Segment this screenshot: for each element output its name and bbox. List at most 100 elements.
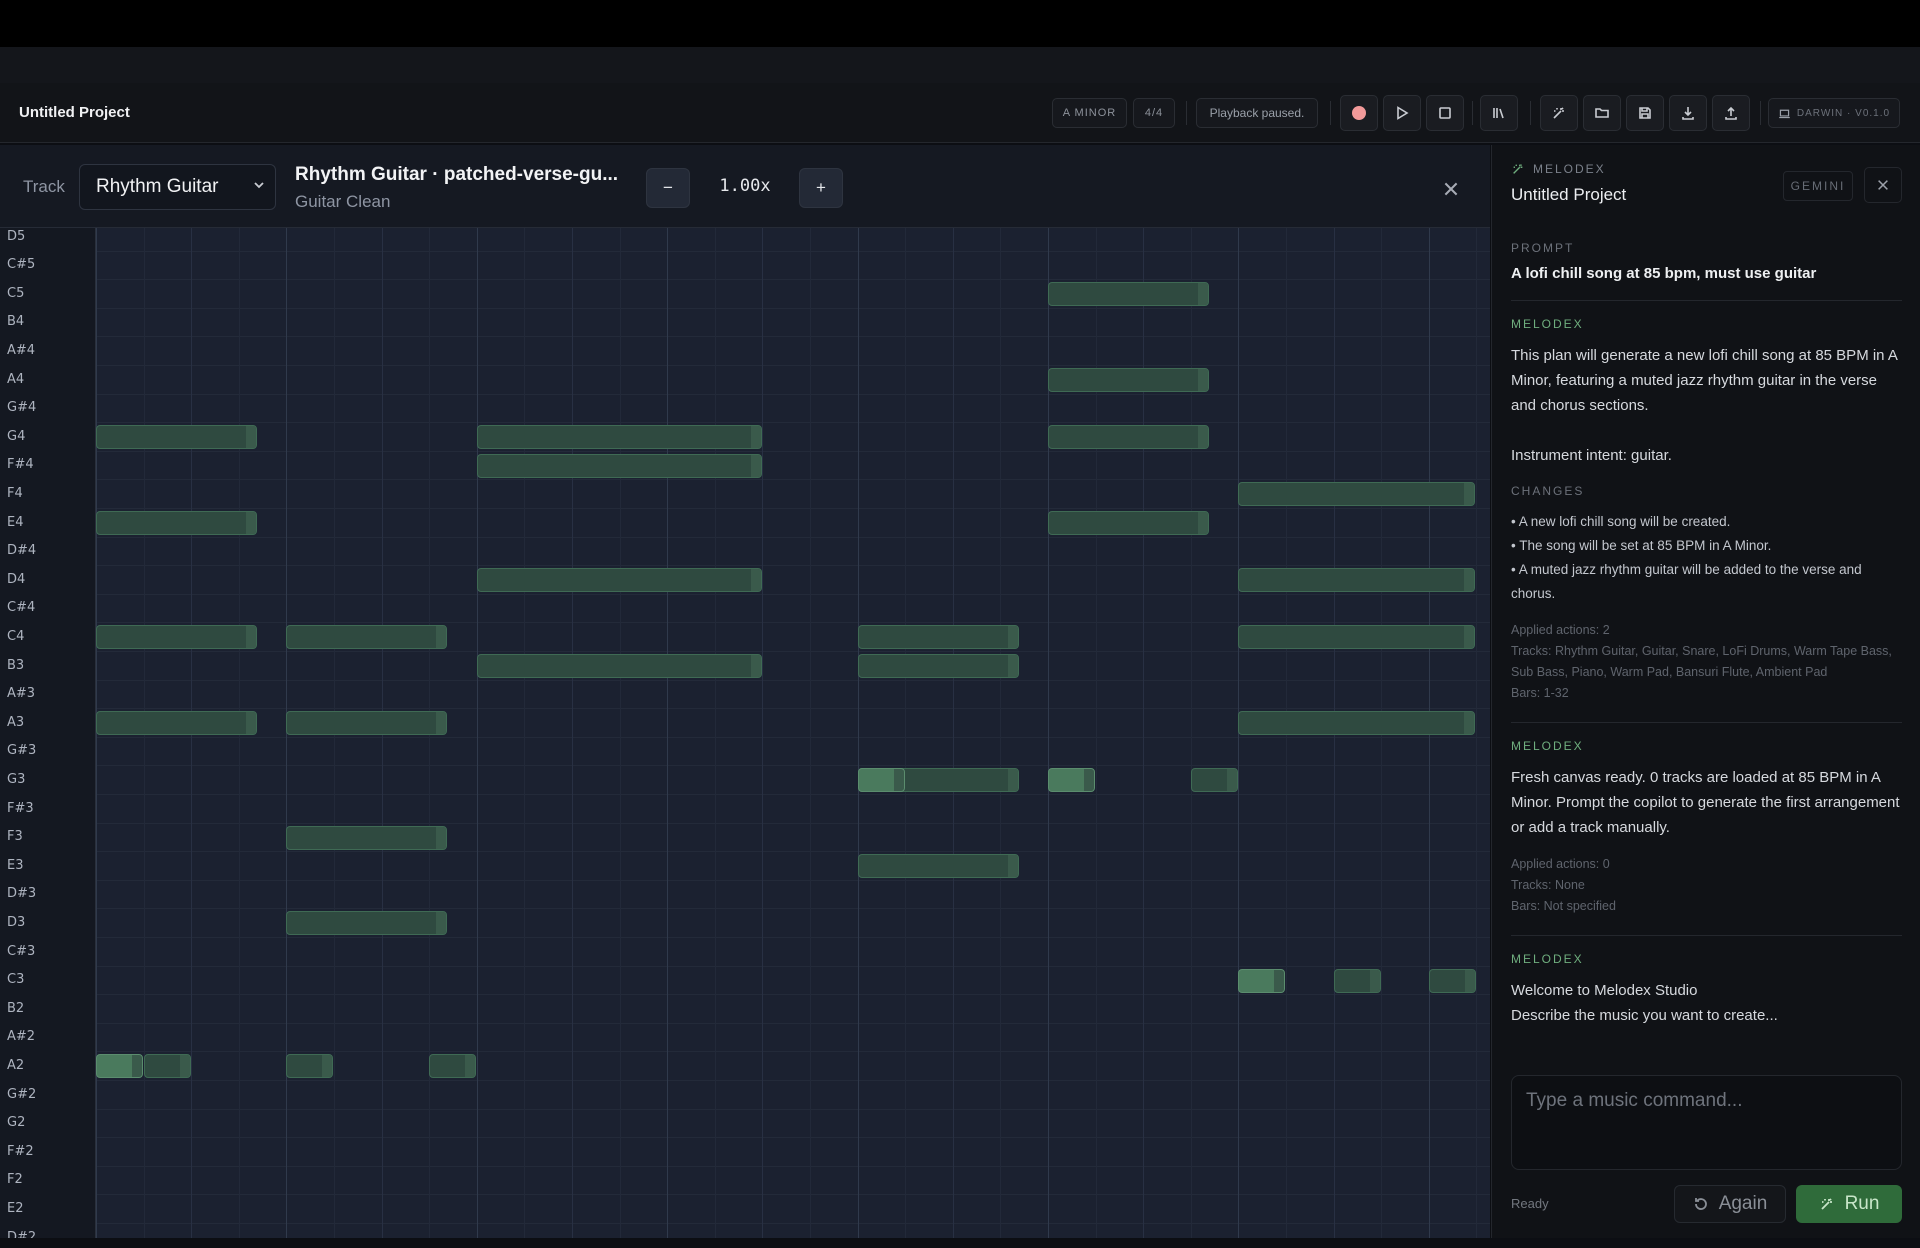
piano-key-label: G3 (7, 771, 26, 787)
midi-note[interactable] (1048, 511, 1209, 535)
piano-key-label: F#2 (7, 1143, 34, 1159)
midi-note[interactable] (286, 825, 447, 850)
midi-note[interactable] (1238, 625, 1475, 650)
close-editor-button[interactable] (1437, 175, 1465, 203)
command-input[interactable]: Type a music command... (1511, 1075, 1902, 1170)
grid-row-line (96, 622, 1490, 624)
note-resize-handle[interactable] (1008, 855, 1018, 878)
note-resize-handle[interactable] (180, 1055, 190, 1078)
midi-note[interactable] (477, 568, 762, 593)
note-resize-handle[interactable] (1008, 769, 1018, 792)
midi-note[interactable] (429, 1054, 476, 1079)
save-icon (1639, 107, 1651, 119)
note-resize-handle[interactable] (751, 569, 761, 592)
midi-note[interactable] (96, 1054, 143, 1079)
note-resize-handle[interactable] (1198, 512, 1208, 534)
midi-note[interactable] (1048, 282, 1209, 307)
note-resize-handle[interactable] (1198, 369, 1208, 391)
note-resize-handle[interactable] (1274, 969, 1284, 992)
midi-note[interactable] (1048, 368, 1209, 392)
key-indicator[interactable]: A MINOR (1052, 98, 1127, 128)
midi-note[interactable] (1429, 968, 1476, 993)
note-resize-handle[interactable] (436, 826, 446, 849)
midi-note[interactable] (477, 654, 762, 678)
midi-note[interactable] (858, 854, 1019, 879)
midi-note[interactable] (286, 711, 447, 736)
midi-note[interactable] (858, 654, 1019, 678)
again-button[interactable]: Again (1674, 1185, 1786, 1223)
midi-note[interactable] (858, 768, 905, 793)
save-button[interactable] (1626, 95, 1664, 131)
midi-note[interactable] (286, 1054, 333, 1079)
midi-note[interactable] (1048, 425, 1209, 450)
midi-note[interactable] (1334, 968, 1381, 993)
close-panel-button[interactable] (1864, 167, 1902, 203)
record-button[interactable] (1340, 95, 1378, 131)
note-resize-handle[interactable] (1084, 769, 1094, 792)
note-resize-handle[interactable] (751, 426, 761, 449)
midi-note[interactable] (1238, 968, 1285, 993)
midi-note[interactable] (1238, 711, 1475, 736)
run-button[interactable]: Run (1796, 1185, 1902, 1223)
ai-generate-button[interactable] (1540, 95, 1578, 131)
note-resize-handle[interactable] (132, 1055, 142, 1078)
note-resize-handle[interactable] (436, 712, 446, 735)
midi-note[interactable] (96, 511, 257, 535)
stop-button[interactable] (1426, 95, 1464, 131)
note-resize-handle[interactable] (751, 454, 761, 477)
midi-note[interactable] (286, 911, 447, 936)
note-resize-handle[interactable] (1464, 483, 1474, 506)
midi-note[interactable] (96, 425, 257, 450)
midi-note[interactable] (1048, 768, 1095, 793)
window-band (0, 47, 1920, 83)
midi-note[interactable] (1238, 568, 1475, 593)
note-resize-handle[interactable] (465, 1055, 475, 1078)
note-resize-handle[interactable] (1464, 626, 1474, 649)
grid-beat-line (953, 228, 954, 1238)
version-label: DARWIN · V0.1.0 (1796, 107, 1891, 119)
note-resize-handle[interactable] (1370, 969, 1380, 992)
midi-note[interactable] (96, 625, 257, 650)
play-button[interactable] (1383, 95, 1421, 131)
zoom-out-button[interactable]: − (646, 168, 690, 208)
midi-note[interactable] (144, 1054, 191, 1079)
midi-note[interactable] (858, 625, 1019, 650)
note-resize-handle[interactable] (1198, 426, 1208, 449)
piano-key-label: F#3 (7, 800, 34, 816)
midi-note[interactable] (1238, 482, 1475, 507)
note-resize-handle[interactable] (436, 912, 446, 935)
midi-note[interactable] (96, 711, 257, 736)
midi-note[interactable] (1191, 768, 1238, 793)
note-resize-handle[interactable] (1464, 569, 1474, 592)
midi-note[interactable] (286, 625, 447, 650)
midi-note[interactable] (477, 425, 762, 450)
note-resize-handle[interactable] (1227, 769, 1237, 792)
piano-key-label: A4 (7, 371, 25, 387)
mixer-button[interactable] (1480, 95, 1518, 131)
note-resize-handle[interactable] (246, 426, 256, 449)
note-resize-handle[interactable] (1008, 626, 1018, 649)
folder-icon (1595, 108, 1609, 118)
zoom-in-button[interactable]: + (799, 168, 843, 208)
time-signature-indicator[interactable]: 4/4 (1133, 98, 1175, 128)
note-resize-handle[interactable] (246, 712, 256, 735)
note-resize-handle[interactable] (322, 1055, 332, 1078)
note-grid[interactable] (96, 228, 1490, 1238)
note-resize-handle[interactable] (1465, 969, 1475, 992)
note-resize-handle[interactable] (1008, 655, 1018, 677)
conversation-feed[interactable]: PROMPT A lofi chill song at 85 bpm, must… (1511, 241, 1902, 1051)
note-resize-handle[interactable] (1198, 283, 1208, 306)
export-button[interactable] (1712, 95, 1750, 131)
note-resize-handle[interactable] (894, 769, 904, 792)
message-author: MELODEX (1511, 952, 1584, 966)
note-resize-handle[interactable] (436, 626, 446, 649)
open-project-button[interactable] (1583, 95, 1621, 131)
model-badge[interactable]: GEMINI (1783, 171, 1853, 201)
midi-note[interactable] (477, 453, 762, 478)
note-resize-handle[interactable] (246, 512, 256, 534)
note-resize-handle[interactable] (751, 655, 761, 677)
track-select[interactable]: Rhythm Guitar (79, 164, 276, 210)
note-resize-handle[interactable] (246, 626, 256, 649)
download-button[interactable] (1669, 95, 1707, 131)
note-resize-handle[interactable] (1464, 712, 1474, 735)
